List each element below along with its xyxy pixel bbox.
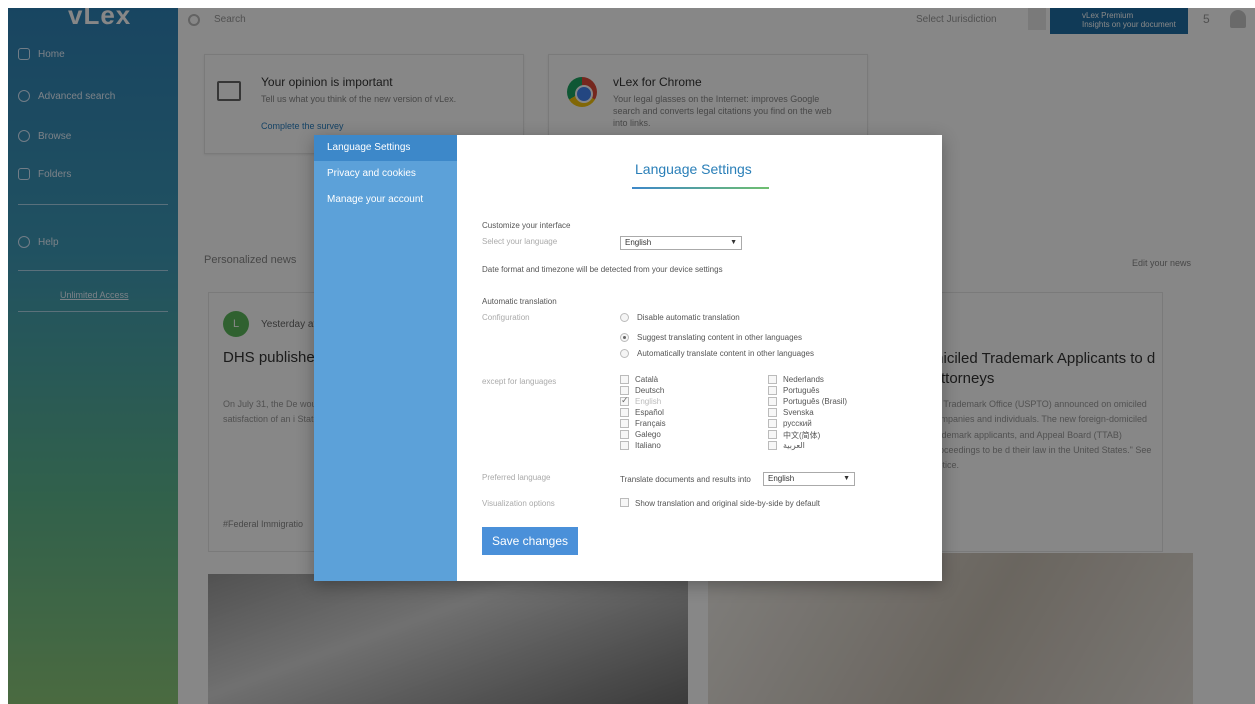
modal-sidebar: Language Settings Privacy and cookies Ma… [314, 135, 457, 581]
checkbox-lang-russian[interactable] [768, 419, 777, 428]
modal-nav-manage-account[interactable]: Manage your account [314, 187, 457, 213]
radio-suggest-translation[interactable] [620, 333, 629, 342]
checkbox-lang-espanol[interactable] [620, 408, 629, 417]
checkbox-lang-portugues-brasil[interactable] [768, 397, 777, 406]
app-frame: vLex Home Advanced search Browse Folders… [8, 0, 1255, 704]
modal-title: Language Settings [635, 161, 752, 177]
radio-label: Automatically translate content in other… [637, 349, 814, 358]
checkbox-lang-arabic[interactable] [768, 441, 777, 450]
checkbox-label: Galego [635, 430, 661, 439]
checkbox-label: Français [635, 419, 666, 428]
radio-label: Disable automatic translation [637, 313, 740, 322]
dropdown-arrow-icon: ▼ [843, 475, 850, 482]
modal-content: Language Settings Customize your interfa… [457, 135, 942, 581]
checkbox-label: 中文(简体) [783, 431, 821, 440]
checkbox-lang-galego[interactable] [620, 430, 629, 439]
checkbox-label: Show translation and original side-by-si… [635, 499, 820, 508]
automatic-translation-heading: Automatic translation [482, 297, 557, 306]
checkbox-label: Nederlands [783, 375, 824, 384]
radio-auto-translate[interactable] [620, 349, 629, 358]
checkbox-lang-english [620, 395, 629, 406]
dropdown-arrow-icon: ▼ [730, 239, 737, 246]
checkbox-lang-francais[interactable] [620, 419, 629, 428]
checkbox-lang-svenska[interactable] [768, 408, 777, 417]
date-format-note: Date format and timezone will be detecte… [482, 265, 723, 274]
checkbox-lang-chinese[interactable] [768, 430, 777, 439]
interface-language-select[interactable]: English ▼ [620, 236, 742, 250]
title-underline [632, 187, 769, 189]
modal-nav-language-settings[interactable]: Language Settings [314, 135, 457, 161]
visualization-options-label: Visualization options [482, 499, 555, 508]
modal-nav-privacy-cookies[interactable]: Privacy and cookies [314, 161, 457, 187]
checkbox-label: Español [635, 408, 664, 417]
radio-label: Suggest translating content in other lan… [637, 333, 803, 342]
preferred-language-select[interactable]: English ▼ [763, 472, 855, 486]
interface-language-value: English [625, 238, 652, 247]
save-changes-button[interactable]: Save changes [482, 527, 578, 555]
checkbox-label: Português [783, 386, 820, 395]
checkbox-label: العربية [783, 441, 805, 450]
translate-into-label: Translate documents and results into [620, 475, 751, 484]
radio-disable-translation[interactable] [620, 313, 629, 322]
language-settings-modal: Language Settings Privacy and cookies Ma… [314, 135, 942, 581]
checkbox-label: Català [635, 375, 659, 384]
checkbox-label: Italiano [635, 441, 661, 450]
checkbox-label: English [635, 397, 662, 406]
checkbox-lang-nederlands[interactable] [768, 375, 777, 384]
preferred-language-label: Preferred language [482, 473, 551, 482]
checkbox-lang-catala[interactable] [620, 375, 629, 384]
checkbox-lang-portugues[interactable] [768, 386, 777, 395]
checkbox-label: Svenska [783, 408, 814, 417]
checkbox-lang-italiano[interactable] [620, 441, 629, 450]
checkbox-label: русский [783, 419, 812, 428]
select-language-label: Select your language [482, 237, 558, 246]
checkbox-label: Português (Brasil) [783, 397, 848, 406]
checkbox-lang-deutsch[interactable] [620, 386, 629, 395]
customize-heading: Customize your interface [482, 221, 571, 230]
preferred-language-value: English [768, 474, 795, 483]
checkbox-side-by-side[interactable] [620, 498, 629, 507]
checkbox-label: Deutsch [635, 386, 665, 395]
except-languages-label: except for languages [482, 377, 557, 386]
configuration-label: Configuration [482, 313, 530, 322]
